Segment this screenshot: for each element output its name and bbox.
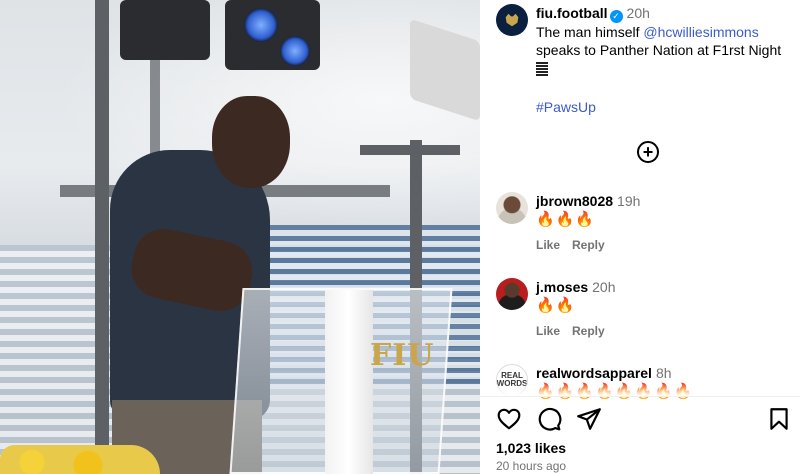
caption-text-start: The man himself bbox=[536, 24, 644, 40]
comment-like-button[interactable]: Like bbox=[536, 238, 560, 252]
foreground-flowers bbox=[0, 445, 160, 474]
author-avatar[interactable] bbox=[496, 4, 528, 36]
caption-text-end: speaks to Panther Nation at F1rst Night bbox=[536, 42, 782, 58]
caption-hashtag-link[interactable]: #PawsUp bbox=[536, 99, 596, 115]
post-action-bar bbox=[496, 406, 792, 432]
bookmark-icon[interactable] bbox=[766, 406, 792, 432]
caption-mention-link[interactable]: @hcwilliesimmons bbox=[643, 24, 758, 40]
post-side-panel: fiu.football ✓ 20h The man himself @hcwill… bbox=[480, 0, 800, 474]
comment-like-button[interactable]: Like bbox=[536, 324, 560, 338]
stage-light-lamp bbox=[244, 8, 278, 42]
speaker-head bbox=[212, 96, 290, 188]
comment-username[interactable]: jbrown8028 bbox=[536, 193, 613, 209]
comment-avatar[interactable] bbox=[496, 278, 528, 310]
podium-post bbox=[325, 290, 373, 474]
comment-avatar[interactable] bbox=[496, 192, 528, 224]
post-caption: fiu.football ✓ 20h The man himself @hcwill… bbox=[536, 4, 792, 116]
comment-text: 🔥🔥 bbox=[536, 297, 576, 314]
comment-time: 8h bbox=[655, 365, 672, 381]
comment-reply-button[interactable]: Reply bbox=[572, 238, 605, 252]
photo-truss bbox=[95, 0, 109, 450]
post-time[interactable]: 20h bbox=[627, 5, 650, 21]
post-timestamp[interactable]: 20 hours ago bbox=[496, 459, 566, 473]
share-icon[interactable] bbox=[576, 406, 602, 432]
flag-emoji-icon bbox=[536, 62, 548, 76]
comment-time: 19h bbox=[617, 193, 641, 209]
photo-truss bbox=[360, 145, 460, 155]
panther-logo-icon bbox=[505, 13, 519, 27]
comment-text: 🔥🔥🔥 bbox=[536, 211, 596, 228]
podium-logo: FIU bbox=[370, 338, 435, 373]
comment-icon[interactable] bbox=[536, 406, 562, 432]
author-username[interactable]: fiu.football bbox=[536, 5, 608, 21]
comments-fade bbox=[480, 384, 800, 396]
comment-username[interactable]: j.moses bbox=[536, 279, 588, 295]
likes-count[interactable]: 1,023 likes bbox=[496, 440, 566, 456]
comment-username[interactable]: realwordsapparel bbox=[536, 365, 652, 381]
heart-icon[interactable] bbox=[496, 406, 522, 432]
divider bbox=[480, 396, 800, 397]
post-photo[interactable]: FIU bbox=[0, 0, 480, 474]
stage-light bbox=[120, 0, 210, 60]
comment-time: 20h bbox=[592, 279, 616, 295]
comment-reply-button[interactable]: Reply bbox=[572, 324, 605, 338]
verified-badge-icon: ✓ bbox=[609, 10, 623, 23]
add-circle-icon[interactable]: + bbox=[637, 141, 659, 163]
stage-light-lamp bbox=[280, 36, 310, 66]
